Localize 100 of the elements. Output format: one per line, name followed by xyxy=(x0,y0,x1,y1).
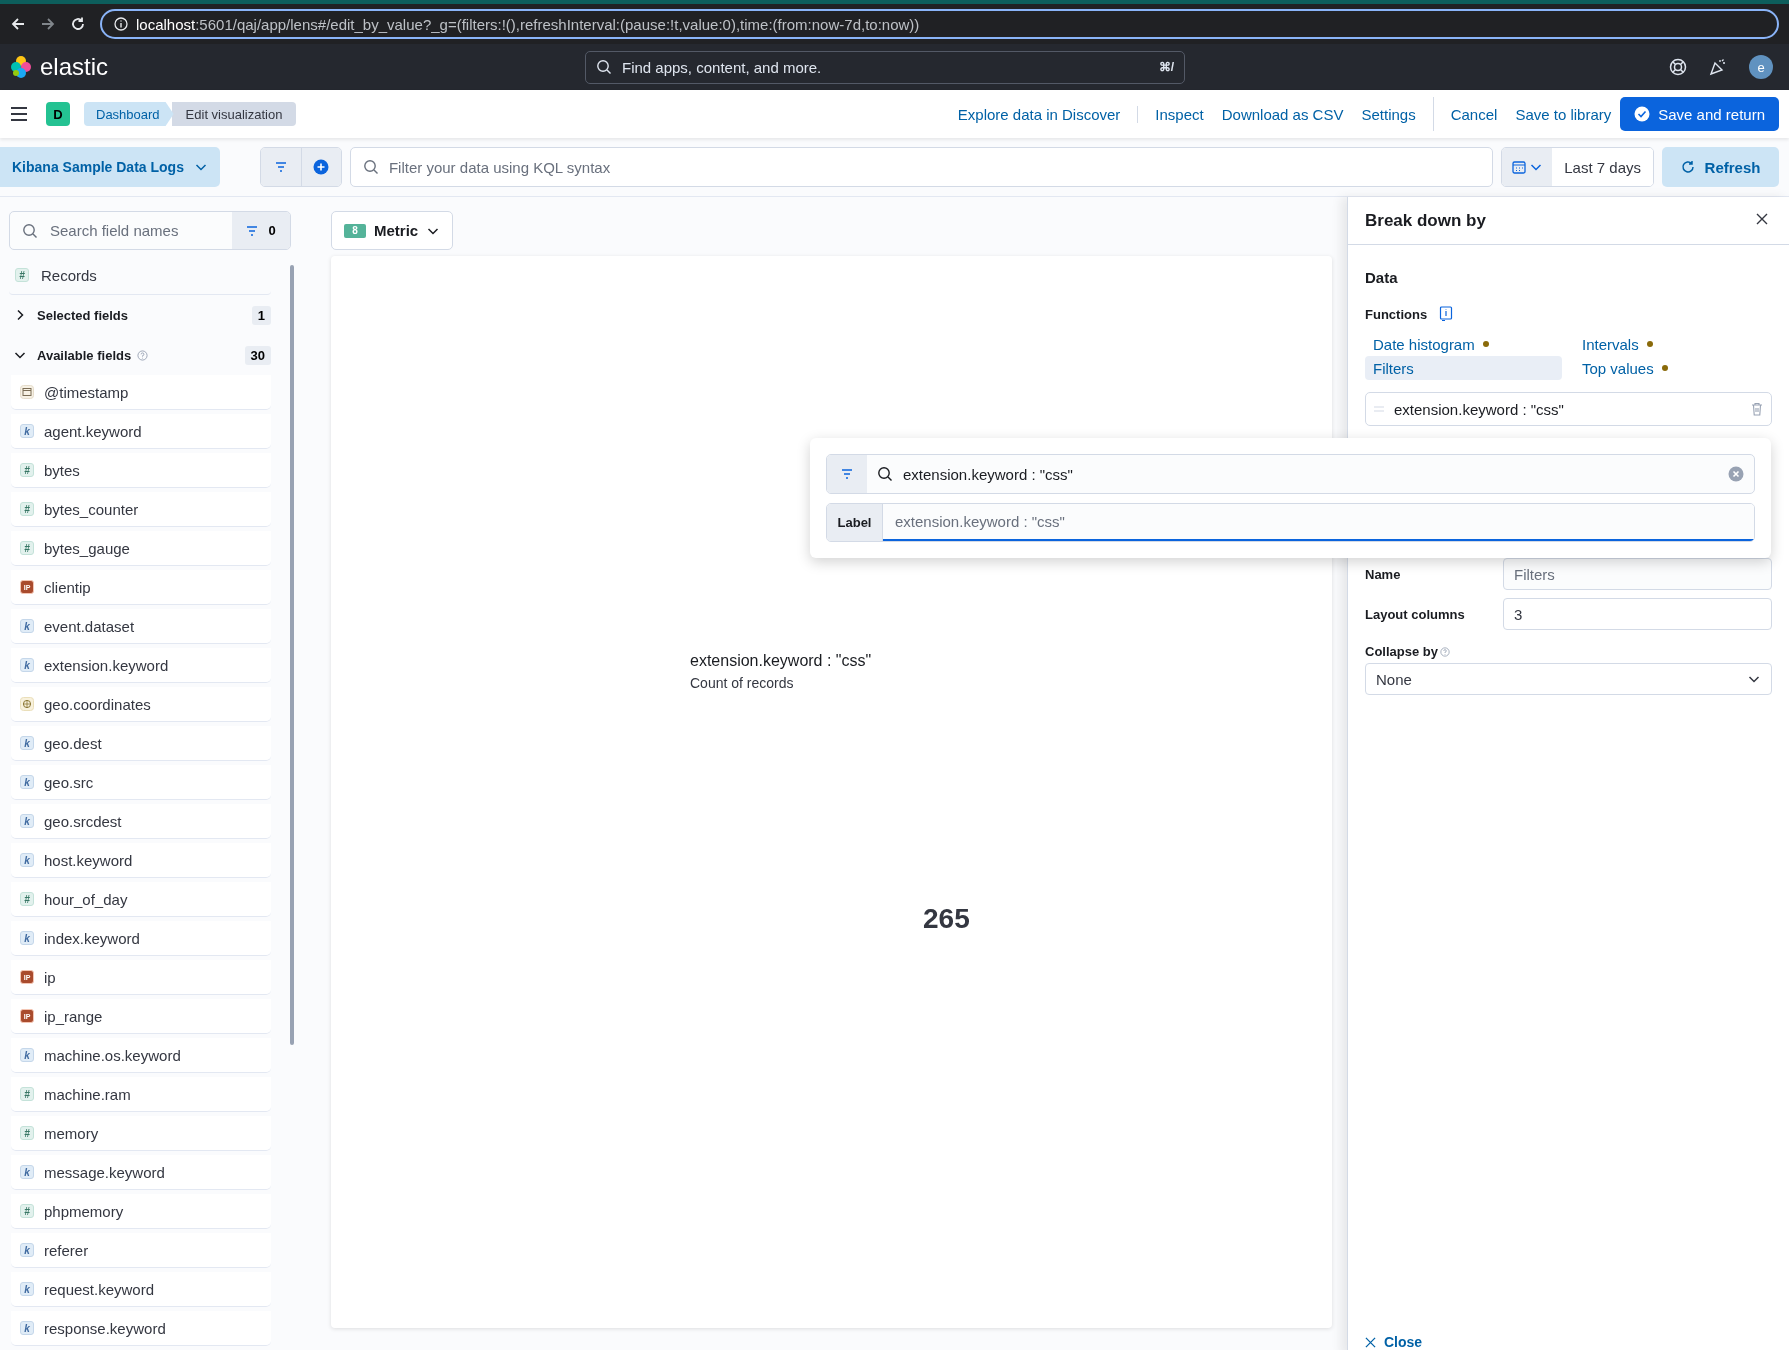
calendar-icon xyxy=(20,385,34,399)
close-button[interactable]: Close xyxy=(1365,1334,1423,1350)
filter-item[interactable]: extension.keyword : "css" xyxy=(1365,392,1772,426)
field-section-header[interactable]: Available fields 30 xyxy=(9,335,271,375)
quick-menu-button[interactable] xyxy=(1502,148,1553,186)
field-type-badge: # xyxy=(20,502,34,516)
layout-columns-field[interactable]: 3 xyxy=(1503,598,1772,630)
reload-icon[interactable] xyxy=(70,16,86,32)
filter-icon xyxy=(274,162,287,172)
refresh-button[interactable]: Refresh xyxy=(1662,147,1779,187)
plus-circle-icon xyxy=(313,159,330,175)
breadcrumb: Edit visualization xyxy=(171,102,297,126)
name-field[interactable]: Filters xyxy=(1503,558,1772,590)
field-item[interactable]: k machine.os.keyword xyxy=(11,1038,271,1073)
section-title: Selected fields xyxy=(37,307,129,323)
label-prefix: Label xyxy=(827,504,883,541)
documentation-icon[interactable] xyxy=(1439,306,1454,322)
field-item[interactable]: k message.keyword xyxy=(11,1155,271,1190)
search-icon xyxy=(596,59,612,75)
field-item[interactable]: # memory xyxy=(11,1116,271,1151)
logo-icon xyxy=(10,55,32,79)
field-item[interactable]: k index.keyword xyxy=(11,921,271,956)
field-item[interactable]: k geo.dest xyxy=(11,726,271,761)
collapse-by-select[interactable]: None xyxy=(1365,663,1772,695)
keyboard-shortcut: ⌘/ xyxy=(1158,60,1174,74)
query-field[interactable]: Filter your data using KQL syntax xyxy=(349,147,1494,187)
field-item[interactable]: k extension.keyword xyxy=(11,648,271,683)
field-item[interactable]: @timestamp xyxy=(11,375,271,410)
field-item[interactable]: # machine.ram xyxy=(11,1077,271,1112)
field-item[interactable]: # hour_of_day xyxy=(11,882,271,917)
field-type-badge: # xyxy=(15,268,29,282)
toolbar-link[interactable]: Save to library xyxy=(1506,105,1621,123)
url-text: localhost:5601/qaj/app/lens#/edit_by_value?_g=(filters:!(),refreshInterval:(pause:!t,value:0),time:(from:now-7d,to:now)) xyxy=(136,15,920,33)
field-item[interactable]: # phpmemory xyxy=(11,1194,271,1229)
field-count: 30 xyxy=(244,345,271,365)
global-search-field[interactable]: Find apps, content, and more. ⌘/ xyxy=(585,50,1185,84)
function-option[interactable]: Date histogram xyxy=(1365,332,1562,356)
help-icon[interactable] xyxy=(1669,58,1687,76)
records-field[interactable]: # Records xyxy=(9,256,271,295)
filter-button[interactable] xyxy=(260,148,301,186)
flyout-title: Break down by xyxy=(1365,210,1486,231)
breadcrumb[interactable]: Dashboard xyxy=(84,102,174,126)
search-icon xyxy=(362,159,379,175)
field-item[interactable]: k response.keyword xyxy=(11,1311,271,1346)
function-option[interactable]: Top values xyxy=(1574,356,1771,380)
field-section-header[interactable]: Selected fields 1 xyxy=(9,295,271,335)
save-and-return-button[interactable]: Save and return xyxy=(1620,97,1779,131)
menu-icon[interactable] xyxy=(10,107,28,121)
forward-icon[interactable] xyxy=(40,16,56,32)
field-type-badge: k xyxy=(20,1165,34,1179)
function-option[interactable]: Filters xyxy=(1365,356,1562,380)
party-icon[interactable] xyxy=(1709,58,1727,76)
field-item[interactable]: # bytes_gauge xyxy=(11,531,271,566)
label-field[interactable]: extension.keyword : "css" xyxy=(883,504,1754,541)
scrollbar[interactable] xyxy=(290,265,294,1045)
function-option[interactable]: Intervals xyxy=(1574,332,1771,356)
data-view-picker[interactable]: Kibana Sample Data Logs xyxy=(0,147,220,187)
toolbar-link[interactable]: Cancel xyxy=(1441,105,1507,123)
address-bar[interactable]: localhost:5601/qaj/app/lens#/edit_by_value?_g=(filters:!(),refreshInterval:(pause:!t,value:0),time:(from:now-7d,to:now)) xyxy=(100,9,1779,39)
close-icon xyxy=(1365,1336,1376,1348)
field-item[interactable]: k event.dataset xyxy=(11,609,271,644)
field-item[interactable]: k geo.srcdest xyxy=(11,804,271,839)
field-type-badge: k xyxy=(20,424,34,438)
toolbar-link[interactable]: Settings xyxy=(1352,105,1425,123)
functions-label: Functions xyxy=(1365,306,1428,322)
info-icon xyxy=(114,17,128,31)
field-item[interactable]: # bytes xyxy=(11,453,271,488)
field-type-badge: k xyxy=(20,1048,34,1062)
toolbar-link[interactable]: Inspect xyxy=(1146,105,1213,123)
calendar-icon xyxy=(1511,160,1526,174)
trash-icon[interactable] xyxy=(1751,402,1763,416)
brand-name[interactable]: elastic xyxy=(40,53,109,81)
toolbar-link[interactable]: Download as CSV xyxy=(1212,105,1353,123)
add-filter-button[interactable] xyxy=(300,148,341,186)
field-item[interactable]: geo.coordinates xyxy=(11,687,271,722)
field-type-badge: k xyxy=(20,736,34,750)
back-icon[interactable] xyxy=(10,16,26,32)
field-item[interactable]: k referer xyxy=(11,1233,271,1268)
field-item[interactable]: k agent.keyword xyxy=(11,414,271,449)
field-type-badge: k xyxy=(20,1243,34,1257)
name-label: Name xyxy=(1365,566,1402,582)
field-type-badge: # xyxy=(20,541,34,555)
help-icon xyxy=(137,349,149,361)
field-type-badge: # xyxy=(20,1087,34,1101)
field-type-badge: k xyxy=(20,775,34,789)
field-type-badge: # xyxy=(20,892,34,906)
field-type-badge: # xyxy=(20,1204,34,1218)
field-item[interactable]: k geo.src xyxy=(11,765,271,800)
field-item[interactable]: k request.keyword xyxy=(11,1272,271,1307)
chart-type-picker[interactable]: 8 Metric xyxy=(331,211,454,250)
field-type-badge: # xyxy=(20,1126,34,1140)
field-item[interactable]: # bytes_counter xyxy=(11,492,271,527)
field-type-badge: # xyxy=(20,463,34,477)
field-type-badge: k xyxy=(20,814,34,828)
app-badge[interactable]: D xyxy=(46,102,70,126)
toolbar-link[interactable]: Explore data in Discover xyxy=(948,105,1130,123)
field-type-badge: k xyxy=(20,619,34,633)
field-type-badge: k xyxy=(20,658,34,672)
metric-title: extension.keyword : "css" xyxy=(690,652,872,670)
field-item[interactable]: k host.keyword xyxy=(11,843,271,878)
